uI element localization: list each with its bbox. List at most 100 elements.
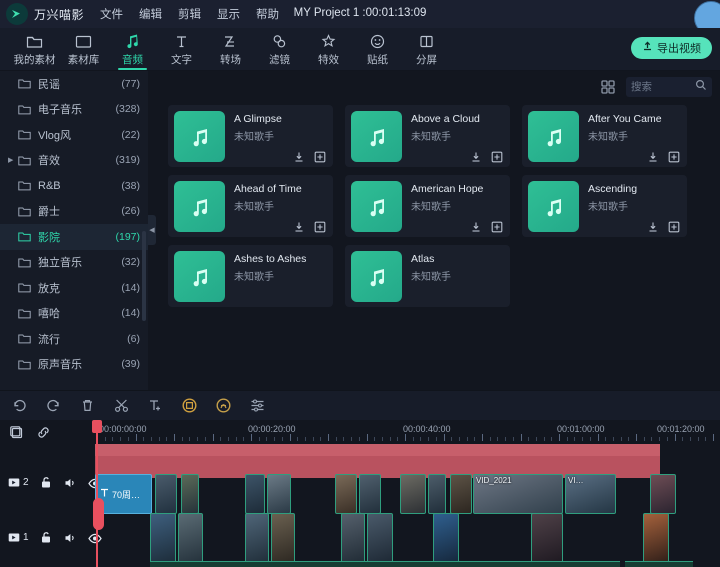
video-clip[interactable] xyxy=(428,474,446,514)
audio-card[interactable]: American Hope 未知歌手 xyxy=(345,175,510,237)
sidebar-item-minyao[interactable]: 民谣 (77) xyxy=(0,71,148,97)
add-to-timeline-icon[interactable] xyxy=(314,150,326,163)
sidebar-collapse-handle[interactable]: ◀ xyxy=(148,215,156,245)
download-icon[interactable] xyxy=(293,220,305,232)
audio-waveform-strip-top[interactable] xyxy=(95,444,660,456)
tab-filter[interactable]: 滤镜 xyxy=(255,28,304,71)
unlock-icon[interactable] xyxy=(40,531,53,544)
video-clip[interactable] xyxy=(400,474,426,514)
tab-transition[interactable]: 转场 xyxy=(206,28,255,71)
playhead[interactable] xyxy=(92,420,102,567)
grid-view-icon[interactable] xyxy=(600,79,616,95)
video-clip[interactable] xyxy=(150,513,176,565)
speaker-icon[interactable] xyxy=(64,531,77,544)
split-button[interactable] xyxy=(112,396,131,415)
speaker-icon[interactable] xyxy=(64,476,77,489)
audio-card[interactable]: Ashes to Ashes 未知歌手 xyxy=(168,245,333,307)
tab-library[interactable]: 素材库 xyxy=(59,28,108,71)
video-clip[interactable] xyxy=(181,474,199,514)
sidebar-item-yinxiao[interactable]: ▶ 音效 (319) xyxy=(0,148,148,174)
sidebar-item-fangke[interactable]: 放克 (14) xyxy=(0,275,148,301)
audio-card[interactable]: After You Came 未知歌手 xyxy=(522,105,687,167)
timeline-ruler[interactable]: 00:00:00:00 00:00:20:00 00:00:40:00 00:0… xyxy=(95,420,720,447)
add-to-timeline-icon[interactable] xyxy=(668,150,680,163)
menu-file[interactable]: 文件 xyxy=(100,6,123,22)
crop-button[interactable] xyxy=(180,396,199,415)
download-icon[interactable] xyxy=(470,220,482,232)
delete-button[interactable] xyxy=(78,396,97,415)
tab-audio[interactable]: 音频 xyxy=(108,28,157,71)
audio-card[interactable]: Ahead of Time 未知歌手 xyxy=(168,175,333,237)
audio-card[interactable]: Ascending 未知歌手 xyxy=(522,175,687,237)
link-icon[interactable] xyxy=(36,425,51,440)
effects-star-icon xyxy=(321,33,336,50)
video-clip[interactable] xyxy=(271,513,295,565)
speed-button[interactable] xyxy=(214,396,233,415)
sidebar-item-vlog[interactable]: Vlog风 (22) xyxy=(0,122,148,148)
snapshot-icon[interactable] xyxy=(9,425,24,440)
menu-help[interactable]: 帮助 xyxy=(256,6,279,22)
sidebar-item-liuxing[interactable]: 流行 (6) xyxy=(0,326,148,352)
playhead-knob[interactable] xyxy=(92,420,102,433)
undo-button[interactable] xyxy=(10,396,29,415)
tab-split-screen[interactable]: 分屏 xyxy=(402,28,451,71)
unlock-icon[interactable] xyxy=(40,476,53,489)
download-icon[interactable] xyxy=(647,150,659,162)
menu-edit[interactable]: 编辑 xyxy=(139,6,162,22)
redo-button[interactable] xyxy=(44,396,63,415)
search-icon[interactable] xyxy=(695,78,707,96)
audio-card[interactable]: Atlas 未知歌手 xyxy=(345,245,510,307)
add-to-timeline-icon[interactable] xyxy=(314,220,326,233)
audio-track-marker[interactable] xyxy=(93,498,104,530)
search-box[interactable] xyxy=(626,76,712,97)
sidebar-scrollbar[interactable] xyxy=(142,231,146,321)
tab-effects[interactable]: 特效 xyxy=(304,28,353,71)
sidebar-item-xiha[interactable]: 嘻哈 (14) xyxy=(0,301,148,327)
add-to-timeline-icon[interactable] xyxy=(491,150,503,163)
menu-clip[interactable]: 剪辑 xyxy=(178,6,201,22)
audio-clip[interactable] xyxy=(625,561,693,567)
download-icon[interactable] xyxy=(470,150,482,162)
category-sidebar[interactable]: 民谣 (77) 电子音乐 (328) Vlog风 (22) ▶ 音效 (319)… xyxy=(0,71,148,390)
video-clip[interactable] xyxy=(245,474,265,514)
video-clip[interactable]: VID_2021 xyxy=(473,474,563,514)
settings-button[interactable] xyxy=(248,396,267,415)
add-to-timeline-icon[interactable] xyxy=(668,220,680,233)
tab-sticker[interactable]: 贴纸 xyxy=(353,28,402,71)
audio-clip[interactable] xyxy=(150,561,620,567)
download-icon[interactable] xyxy=(293,150,305,162)
expand-arrow-icon[interactable]: ▶ xyxy=(8,156,18,164)
audio-card[interactable]: A Glimpse 未知歌手 xyxy=(168,105,333,167)
search-input[interactable] xyxy=(631,80,695,93)
menu-view[interactable]: 显示 xyxy=(217,6,240,22)
sidebar-item-yuansheng-yinyue[interactable]: 原声音乐 (39) xyxy=(0,352,148,378)
add-text-button[interactable] xyxy=(146,396,165,415)
video-clip[interactable] xyxy=(650,474,676,514)
video-clip[interactable] xyxy=(178,513,203,565)
export-button[interactable]: 导出视频 xyxy=(631,37,712,59)
video-clip[interactable]: VI… xyxy=(565,474,616,514)
tab-text[interactable]: 文字 xyxy=(157,28,206,71)
add-to-timeline-icon[interactable] xyxy=(491,220,503,233)
video-clip[interactable] xyxy=(335,474,357,514)
sidebar-item-duli-yinyue[interactable]: 独立音乐 (32) xyxy=(0,250,148,276)
video-clip[interactable] xyxy=(643,513,669,565)
audio-card-meta: Atlas 未知歌手 xyxy=(411,251,504,301)
video-clip[interactable] xyxy=(359,474,381,514)
audio-card[interactable]: Above a Cloud 未知歌手 xyxy=(345,105,510,167)
sidebar-item-yingyuan[interactable]: 影院 (197) xyxy=(0,224,148,250)
sidebar-item-dianzi-yinyue[interactable]: 电子音乐 (328) xyxy=(0,97,148,123)
video-clip[interactable] xyxy=(450,474,472,514)
video-clip[interactable] xyxy=(155,474,177,514)
video-clip[interactable] xyxy=(433,513,459,565)
video-clip[interactable] xyxy=(341,513,365,565)
sidebar-item-jueshi[interactable]: 爵士 (26) xyxy=(0,199,148,225)
video-clip[interactable] xyxy=(267,474,291,514)
video-clip[interactable] xyxy=(367,513,393,565)
video-clip[interactable] xyxy=(245,513,269,565)
sidebar-item-rnb[interactable]: R&B (38) xyxy=(0,173,148,199)
video-clip[interactable] xyxy=(531,513,563,565)
tab-my-media[interactable]: 我的素材 xyxy=(10,28,59,71)
download-icon[interactable] xyxy=(647,220,659,232)
music-note-icon xyxy=(125,33,140,50)
